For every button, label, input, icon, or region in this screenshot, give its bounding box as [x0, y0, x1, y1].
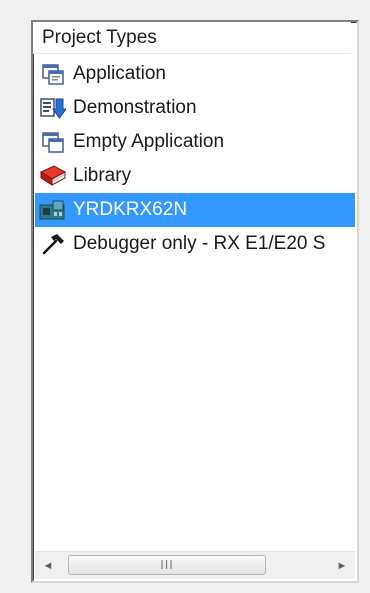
- list-item-label: Application: [73, 63, 166, 84]
- demonstration-icon: [38, 93, 68, 123]
- list-item-demonstration[interactable]: Demonstration: [35, 91, 355, 125]
- empty-application-icon: [38, 127, 68, 157]
- list-item-label: Empty Application: [73, 131, 225, 152]
- list-item-label: Library: [73, 165, 132, 186]
- list-item-label: YRDKRX62N: [73, 199, 188, 220]
- project-types-panel: Project Types Application Demonstration …: [31, 20, 359, 583]
- list-item-label: Demonstration: [73, 97, 197, 118]
- hammer-icon: [38, 229, 68, 259]
- grip-icon: III: [160, 558, 174, 572]
- project-types-list[interactable]: Application Demonstration Empty Applicat…: [35, 57, 355, 261]
- list-header-project-types[interactable]: Project Types: [33, 22, 351, 54]
- horizontal-scrollbar[interactable]: ◄ III ►: [35, 551, 355, 579]
- list-item-debugger-only[interactable]: Debugger only - RX E1/E20 S: [35, 227, 355, 261]
- application-icon: [38, 59, 68, 89]
- library-book-icon: [38, 161, 68, 191]
- list-item-yrdkrx62n[interactable]: YRDKRX62N: [35, 193, 355, 227]
- list-item-application[interactable]: Application: [35, 57, 355, 91]
- scroll-right-arrow-icon[interactable]: ►: [329, 552, 355, 579]
- scroll-left-arrow-icon[interactable]: ◄: [35, 552, 61, 579]
- list-item-empty-application[interactable]: Empty Application: [35, 125, 355, 159]
- list-item-label: Debugger only - RX E1/E20 S: [73, 233, 326, 254]
- list-item-library[interactable]: Library: [35, 159, 355, 193]
- scrollbar-thumb[interactable]: III: [68, 555, 266, 575]
- board-icon: [38, 195, 68, 225]
